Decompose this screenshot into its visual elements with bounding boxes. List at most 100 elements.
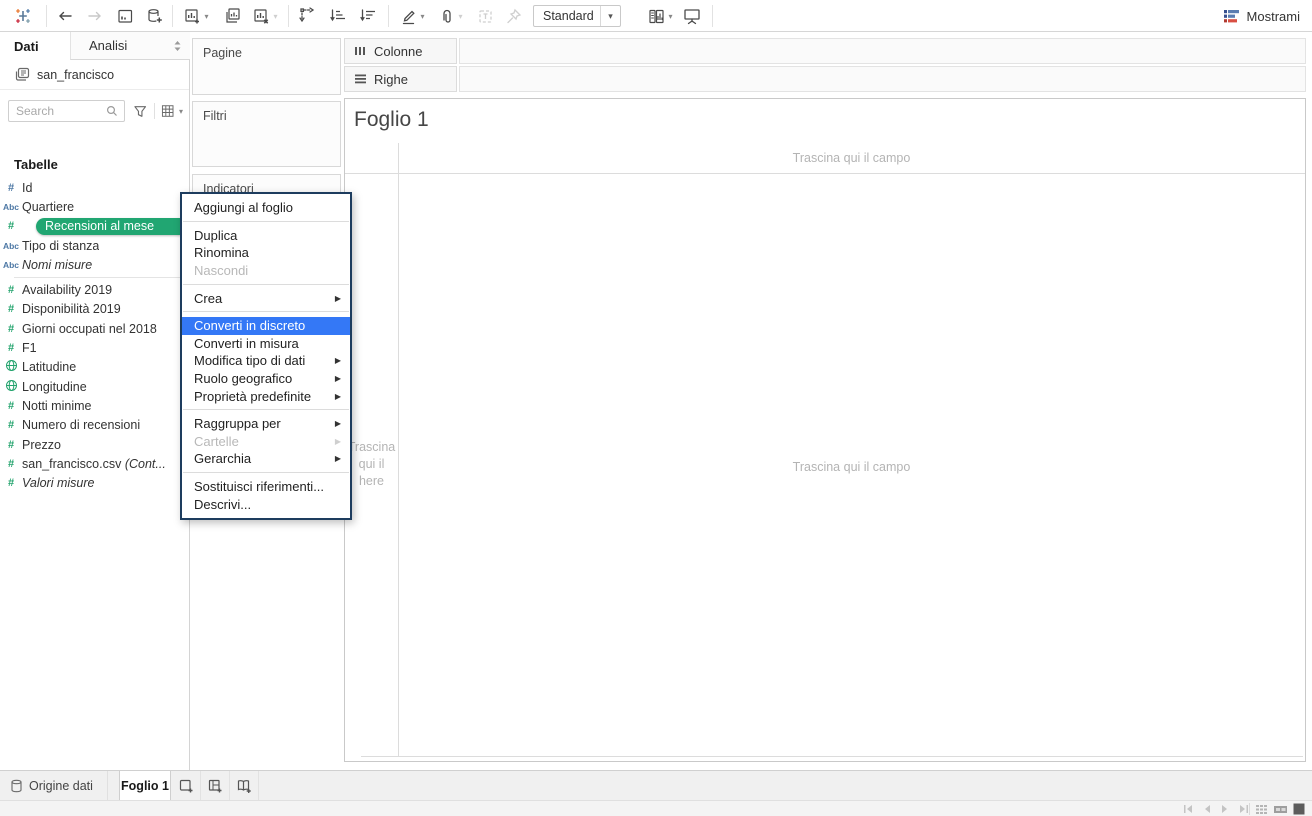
new-worksheet-tab-icon[interactable]: [172, 771, 201, 801]
field-id[interactable]: # Id: [0, 178, 190, 197]
save-icon[interactable]: [112, 4, 138, 28]
sheet-canvas[interactable]: Foglio 1 Trascina qui il campo Trascina …: [344, 98, 1306, 762]
field-recensioni-al-mese[interactable]: # Recensioni al mese: [0, 217, 192, 236]
menu-item-raggruppa-per[interactable]: Raggruppa per ▶: [182, 415, 350, 433]
dropdown-caret-icon[interactable]: ▾: [204, 12, 208, 21]
pages-card[interactable]: Pagine: [192, 38, 341, 95]
new-story-icon[interactable]: [230, 771, 259, 801]
search-row: ▾: [0, 94, 189, 128]
show-hide-cards-icon[interactable]: ▾: [642, 4, 678, 28]
duplicate-icon[interactable]: [220, 4, 246, 28]
tab-foglio-1[interactable]: Foglio 1: [119, 771, 171, 801]
field-valori-misure[interactable]: # Valori misure: [0, 473, 190, 492]
menu-item-gerarchia[interactable]: Gerarchia ▶: [182, 450, 350, 468]
field-giorni-occupati[interactable]: # Giorni occupati nel 2018: [0, 319, 190, 338]
number-icon: #: [7, 220, 15, 233]
view-options-icon[interactable]: [161, 104, 175, 119]
field-disponibilita-2019[interactable]: # Disponibilità 2019: [0, 300, 190, 319]
swap-axes-icon[interactable]: [295, 4, 321, 28]
datasource-icon: [15, 67, 30, 81]
filter-fields-icon[interactable]: [133, 104, 147, 119]
menu-item-converti-in-discreto[interactable]: Converti in discreto: [182, 316, 350, 335]
submenu-arrow-icon: ▶: [334, 391, 341, 401]
text-icon: Abc: [2, 240, 20, 251]
rows-shelf[interactable]: [459, 66, 1306, 92]
filters-card[interactable]: Filtri: [192, 101, 341, 167]
menu-item-converti-in-misura[interactable]: Converti in misura: [182, 335, 350, 353]
field-tipo-di-stanza[interactable]: Abc Tipo di stanza: [0, 236, 190, 255]
undo-button[interactable]: [52, 4, 78, 28]
clear-sheet-icon[interactable]: ▾: [247, 4, 283, 28]
tab-origine-dati[interactable]: Origine dati: [0, 771, 108, 801]
number-icon: #: [7, 284, 15, 297]
tab-analisi[interactable]: Analisi: [70, 32, 190, 60]
view-options-caret-icon[interactable]: ▾: [179, 107, 183, 116]
field-san-francisco-csv-count[interactable]: # san_francisco.csv (Cont...: [0, 454, 190, 473]
filmstrip-view-icon[interactable]: [1272, 804, 1288, 814]
sort-ascending-icon[interactable]: [325, 4, 351, 28]
submenu-arrow-icon: ▶: [334, 454, 341, 464]
field-latitudine[interactable]: Latitudine: [0, 358, 190, 377]
tab-dati[interactable]: Dati: [0, 32, 70, 60]
field-numero-di-recensioni[interactable]: # Numero di recensioni: [0, 416, 190, 435]
field-availability-2019[interactable]: # Availability 2019: [0, 280, 190, 299]
columns-icon: [355, 47, 365, 55]
show-me-button[interactable]: Mostrami: [1223, 4, 1300, 28]
menu-item-rinomina[interactable]: Rinomina: [182, 244, 350, 262]
group-members-icon[interactable]: ▾: [432, 4, 468, 28]
dropdown-caret-icon[interactable]: ▾: [420, 12, 424, 21]
fit-selector[interactable]: Standard ▾: [533, 5, 621, 27]
selected-field-pill[interactable]: Recensioni al mese: [36, 217, 192, 235]
menu-item-descrivi[interactable]: Descrivi...: [182, 495, 350, 513]
number-icon: #: [7, 181, 15, 194]
dropdown-caret-icon[interactable]: ▾: [668, 12, 672, 21]
tables-section-title: Tabelle: [14, 157, 58, 172]
menu-item-aggiungi-al-foglio[interactable]: Aggiungi al foglio: [182, 199, 350, 217]
new-worksheet-icon[interactable]: ▾: [178, 4, 214, 28]
number-icon: #: [7, 457, 15, 470]
dropdown-caret-icon[interactable]: ▾: [458, 12, 462, 21]
menu-item-crea[interactable]: Crea ▶: [182, 289, 350, 307]
menu-item-duplica[interactable]: Duplica: [182, 227, 350, 245]
field-nomi-misure[interactable]: Abc Nomi misure: [0, 255, 190, 274]
menu-divider: [182, 217, 350, 227]
filters-card-label: Filtri: [203, 109, 227, 123]
sheet-view-icon[interactable]: [1291, 803, 1307, 815]
datasource-item[interactable]: san_francisco: [0, 60, 189, 90]
sort-descending-icon[interactable]: [355, 4, 381, 28]
toolbar-divider: [288, 5, 289, 27]
grid-line: [345, 173, 1305, 174]
search-input[interactable]: [9, 102, 106, 120]
drop-field-hint-top[interactable]: Trascina qui il campo: [398, 151, 1305, 165]
field-quartiere[interactable]: Abc Quartiere: [0, 197, 190, 216]
highlight-icon[interactable]: ▾: [394, 4, 430, 28]
presentation-mode-icon[interactable]: [678, 4, 706, 28]
menu-item-ruolo-geografico[interactable]: Ruolo geografico ▶: [182, 370, 350, 388]
field-f1[interactable]: # F1: [0, 338, 190, 357]
field-prezzo[interactable]: # Prezzo: [0, 435, 190, 454]
new-dashboard-icon[interactable]: [201, 771, 230, 801]
menu-item-cartelle: Cartelle ▶: [194, 433, 341, 449]
previous-sheet-icon: [1199, 804, 1215, 814]
show-me-icon: [1223, 9, 1239, 22]
menu-divider: [182, 279, 350, 289]
drop-field-hint-center[interactable]: Trascina qui il campo: [398, 460, 1305, 474]
dropdown-caret-icon[interactable]: ▾: [273, 12, 277, 21]
menu-item-sostituisci-riferimenti[interactable]: Sostituisci riferimenti...: [182, 478, 350, 496]
menu-item-proprieta-predefinite[interactable]: Proprietà predefinite ▶: [182, 387, 350, 405]
fit-selector-value: Standard: [543, 9, 594, 23]
pane-sort-icon[interactable]: [173, 40, 182, 52]
field-notti-minime[interactable]: # Notti minime: [0, 396, 190, 415]
search-input-wrap: [8, 100, 126, 122]
new-data-source-icon[interactable]: [141, 4, 167, 28]
drop-field-hint-left[interactable]: Trascina qui il here: [345, 439, 398, 490]
redo-button[interactable]: [82, 4, 108, 28]
columns-shelf[interactable]: [459, 38, 1306, 64]
field-longitudine[interactable]: Longitudine: [0, 377, 190, 396]
menu-divider: [182, 405, 350, 415]
show-tabs-icon[interactable]: [1253, 804, 1269, 814]
number-icon: #: [7, 342, 15, 355]
menu-item-modifica-tipo-di-dati[interactable]: Modifica tipo di dati ▶: [182, 352, 350, 370]
chevron-down-icon[interactable]: ▾: [600, 6, 620, 26]
toolbar: ▾ ▾ ▾ ▾ Standard ▾ ▾ Mostrami: [0, 0, 1312, 32]
